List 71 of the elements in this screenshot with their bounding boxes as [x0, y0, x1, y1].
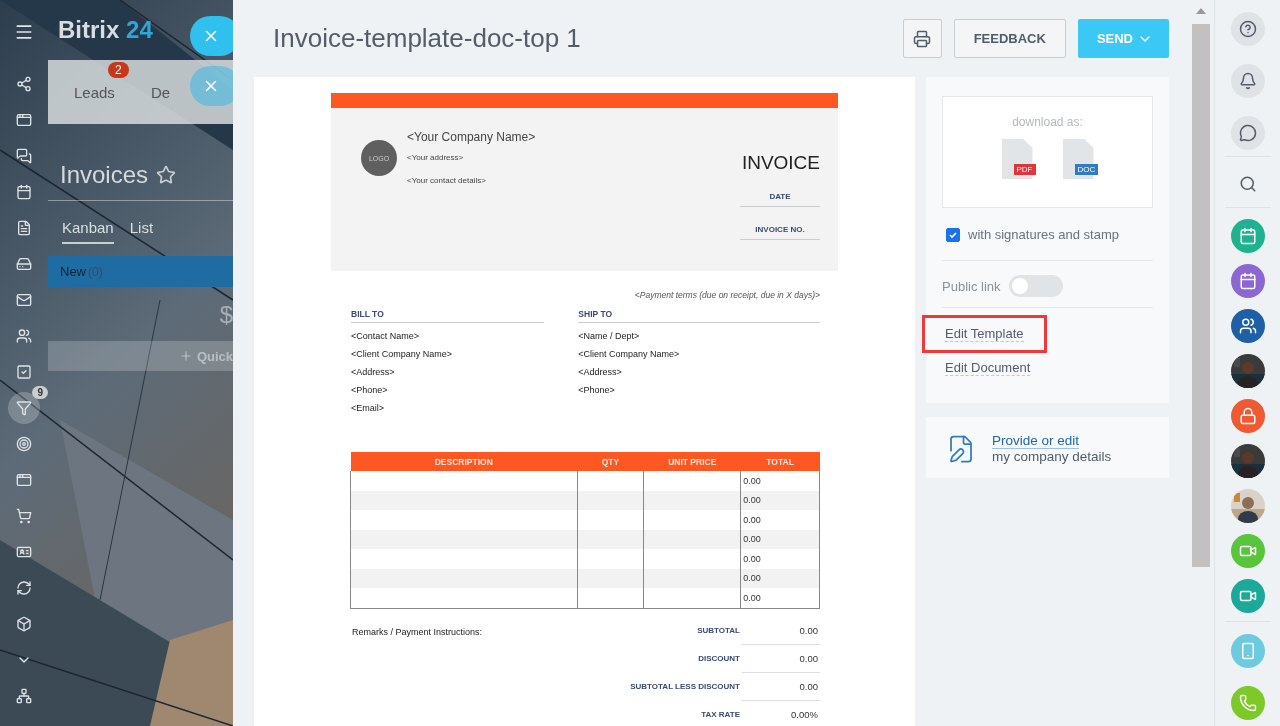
edit-link[interactable]: Edit Template — [945, 326, 1024, 342]
logo: Bitrix 24 — [58, 16, 153, 44]
video-call-icon[interactable] — [1230, 579, 1265, 613]
address-line: <Email> — [351, 403, 386, 413]
invoice-field-label: DATE — [740, 178, 820, 207]
print-button[interactable] — [902, 19, 942, 58]
download-label: download as: — [1012, 115, 1083, 129]
star-icon[interactable] — [156, 165, 177, 185]
address-line: <Name / Dept> — [578, 331, 641, 341]
table-cell: 0.00 — [740, 471, 820, 491]
summary-label: DISCOUNT — [697, 653, 740, 665]
address-line: <Phone> — [351, 385, 389, 395]
company-name: <Your Company Name> — [407, 130, 536, 144]
checkmark-icon — [948, 229, 958, 240]
address-line: <Address> — [578, 367, 623, 377]
column-header: QTY — [577, 452, 644, 471]
column-amount: $ — [219, 301, 233, 328]
address-line: <Client Company Name> — [351, 349, 454, 359]
page-title: Invoices — [60, 161, 149, 189]
company-address: <Your address> — [407, 153, 465, 162]
document-title: Invoice-template-doc-top 1 — [273, 23, 582, 54]
summary-value: 0.00 — [742, 672, 820, 701]
checkbox[interactable] — [946, 227, 960, 242]
checkbox-label: with signatures and stamp — [968, 227, 1120, 242]
calendar-icon[interactable] — [1230, 264, 1265, 298]
file-icon[interactable]: PDF — [1001, 139, 1033, 179]
funnel-icon[interactable] — [8, 392, 40, 424]
invoice-field-label: INVOICE NO. — [740, 211, 820, 240]
summary-label: SUBTOTAL — [696, 625, 740, 637]
company-details-text: my company details — [992, 449, 1112, 464]
invoice-heading: INVOICE — [741, 152, 820, 174]
lock-icon[interactable] — [1230, 399, 1265, 433]
table-cell: 0.00 — [740, 549, 820, 569]
remarks-label: Remarks / Payment Instructions: — [352, 626, 483, 637]
bell-icon[interactable] — [1230, 64, 1265, 98]
table-cell: 0.00 — [740, 588, 820, 608]
address-line: <Contact Name> — [351, 331, 421, 341]
company-details-link[interactable]: Provide or edit — [992, 433, 1080, 449]
printer-icon — [913, 29, 932, 48]
company-contact: <Your contact details> — [407, 176, 487, 185]
summary-value: 0.00 — [742, 644, 820, 673]
crm-tab[interactable]: De — [150, 83, 171, 101]
payment-terms: <Payment terms (due on receipt, due in X days)> — [634, 290, 820, 300]
kanban-column-header: New(0) — [48, 256, 233, 287]
summary-value: 0.00 — [742, 616, 820, 645]
summary-value: 0.00% — [742, 700, 820, 726]
public-link-label: Public link — [942, 278, 1001, 294]
summary-label: TAX RATE — [700, 709, 740, 721]
group-chat-icon[interactable] — [1230, 309, 1265, 343]
edit-link[interactable]: Edit Document — [945, 360, 1031, 376]
view-tab[interactable]: List — [129, 219, 154, 244]
address-line: <Client Company Name> — [578, 349, 681, 359]
column-header: TOTAL — [740, 452, 820, 471]
table-cell: 0.00 — [740, 510, 820, 530]
plus-icon — [178, 349, 193, 363]
address-line: <Address> — [351, 367, 396, 377]
view-tab[interactable]: Kanban — [62, 219, 114, 244]
table-cell — [577, 510, 644, 530]
column-header: UNIT PRICE — [643, 452, 741, 471]
address-heading: SHIP TO — [578, 309, 820, 323]
toggle-switch[interactable] — [1008, 275, 1063, 297]
chat-icon[interactable] — [1230, 116, 1265, 150]
table-cell — [577, 549, 644, 569]
address-line: <Phone> — [578, 385, 616, 395]
column-header: DESCRIPTION — [350, 452, 577, 471]
address-heading: BILL TO — [351, 309, 545, 323]
table-cell — [577, 471, 644, 491]
summary-label: SUBTOTAL LESS DISCOUNT — [629, 681, 740, 693]
feedback-button[interactable]: FEEDBACK — [953, 19, 1066, 58]
counter-badge: 2 — [108, 61, 129, 78]
help-icon[interactable] — [1230, 12, 1265, 46]
